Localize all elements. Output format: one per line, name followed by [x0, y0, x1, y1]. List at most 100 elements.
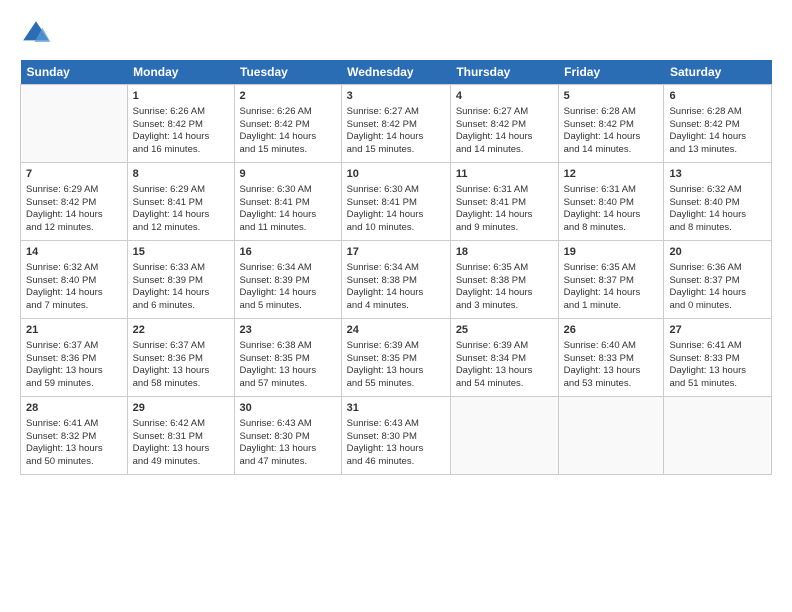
weekday-header: Monday	[127, 60, 234, 85]
day-number: 3	[347, 89, 445, 104]
day-number: 15	[133, 245, 229, 260]
day-info: Sunrise: 6:40 AM Sunset: 8:33 PM Dayligh…	[564, 340, 659, 391]
calendar-cell: 17 Sunrise: 6:34 AM Sunset: 8:38 PM Dayli…	[341, 241, 450, 319]
day-number: 6	[669, 89, 766, 104]
day-number: 28	[26, 401, 122, 416]
calendar-cell: 11 Sunrise: 6:31 AM Sunset: 8:41 PM Dayli…	[450, 163, 558, 241]
day-info: Sunrise: 6:29 AM Sunset: 8:42 PM Dayligh…	[26, 184, 122, 235]
calendar-cell: 5 Sunrise: 6:28 AM Sunset: 8:42 PM Daylig…	[558, 85, 664, 163]
day-number: 4	[456, 89, 553, 104]
calendar-week: 14Sunrise: 6:32 AM Sunset: 8:40 PM Dayli…	[21, 241, 772, 319]
calendar-cell: 12 Sunrise: 6:31 AM Sunset: 8:40 PM Dayli…	[558, 163, 664, 241]
calendar-cell: 24 Sunrise: 6:39 AM Sunset: 8:35 PM Dayli…	[341, 319, 450, 397]
day-info: Sunrise: 6:39 AM Sunset: 8:34 PM Dayligh…	[456, 340, 553, 391]
calendar-table: SundayMondayTuesdayWednesdayThursdayFrid…	[20, 60, 772, 475]
weekday-header: Tuesday	[234, 60, 341, 85]
page: SundayMondayTuesdayWednesdayThursdayFrid…	[0, 0, 792, 485]
day-number: 8	[133, 167, 229, 182]
day-info: Sunrise: 6:27 AM Sunset: 8:42 PM Dayligh…	[456, 106, 553, 157]
day-info: Sunrise: 6:43 AM Sunset: 8:30 PM Dayligh…	[347, 418, 445, 469]
day-number: 27	[669, 323, 766, 338]
weekday-header: Wednesday	[341, 60, 450, 85]
day-number: 12	[564, 167, 659, 182]
calendar-cell: 15Sunrise: 6:33 AM Sunset: 8:39 PM Dayli…	[127, 241, 234, 319]
day-number: 2	[240, 89, 336, 104]
day-number: 30	[240, 401, 336, 416]
day-info: Sunrise: 6:39 AM Sunset: 8:35 PM Dayligh…	[347, 340, 445, 391]
calendar-week: 21 Sunrise: 6:37 AM Sunset: 8:36 PM Dayli…	[21, 319, 772, 397]
day-number: 18	[456, 245, 553, 260]
day-number: 25	[456, 323, 553, 338]
calendar-cell: 31Sunrise: 6:43 AM Sunset: 8:30 PM Dayli…	[341, 397, 450, 475]
calendar-cell: 1Sunrise: 6:26 AM Sunset: 8:42 PM Daylig…	[127, 85, 234, 163]
day-info: Sunrise: 6:27 AM Sunset: 8:42 PM Dayligh…	[347, 106, 445, 157]
day-info: Sunrise: 6:34 AM Sunset: 8:38 PM Dayligh…	[347, 262, 445, 313]
calendar-cell: 21 Sunrise: 6:37 AM Sunset: 8:36 PM Dayli…	[21, 319, 128, 397]
weekday-header: Saturday	[664, 60, 772, 85]
calendar-cell: 19Sunrise: 6:35 AM Sunset: 8:37 PM Dayli…	[558, 241, 664, 319]
day-info: Sunrise: 6:29 AM Sunset: 8:41 PM Dayligh…	[133, 184, 229, 235]
day-number: 13	[669, 167, 766, 182]
weekday-header: Thursday	[450, 60, 558, 85]
calendar-cell: 25 Sunrise: 6:39 AM Sunset: 8:34 PM Dayli…	[450, 319, 558, 397]
calendar-cell: 4 Sunrise: 6:27 AM Sunset: 8:42 PM Daylig…	[450, 85, 558, 163]
weekday-header: Sunday	[21, 60, 128, 85]
day-info: Sunrise: 6:41 AM Sunset: 8:33 PM Dayligh…	[669, 340, 766, 391]
header	[20, 18, 772, 50]
calendar-cell: 2Sunrise: 6:26 AM Sunset: 8:42 PM Daylig…	[234, 85, 341, 163]
day-number: 7	[26, 167, 122, 182]
day-info: Sunrise: 6:35 AM Sunset: 8:37 PM Dayligh…	[564, 262, 659, 313]
day-number: 5	[564, 89, 659, 104]
day-info: Sunrise: 6:37 AM Sunset: 8:36 PM Dayligh…	[26, 340, 122, 391]
day-number: 9	[240, 167, 336, 182]
day-number: 24	[347, 323, 445, 338]
calendar-cell	[558, 397, 664, 475]
calendar-header: SundayMondayTuesdayWednesdayThursdayFrid…	[21, 60, 772, 85]
weekday-header: Friday	[558, 60, 664, 85]
calendar-cell: 23Sunrise: 6:38 AM Sunset: 8:35 PM Dayli…	[234, 319, 341, 397]
day-info: Sunrise: 6:32 AM Sunset: 8:40 PM Dayligh…	[26, 262, 122, 313]
logo-icon	[20, 18, 52, 50]
day-number: 20	[669, 245, 766, 260]
day-number: 10	[347, 167, 445, 182]
calendar-cell: 10Sunrise: 6:30 AM Sunset: 8:41 PM Dayli…	[341, 163, 450, 241]
calendar-cell: 18 Sunrise: 6:35 AM Sunset: 8:38 PM Dayli…	[450, 241, 558, 319]
day-info: Sunrise: 6:37 AM Sunset: 8:36 PM Dayligh…	[133, 340, 229, 391]
day-number: 26	[564, 323, 659, 338]
calendar-cell: 8 Sunrise: 6:29 AM Sunset: 8:41 PM Daylig…	[127, 163, 234, 241]
day-info: Sunrise: 6:26 AM Sunset: 8:42 PM Dayligh…	[133, 106, 229, 157]
day-number: 29	[133, 401, 229, 416]
calendar-cell: 28 Sunrise: 6:41 AM Sunset: 8:32 PM Dayli…	[21, 397, 128, 475]
calendar-week: 1Sunrise: 6:26 AM Sunset: 8:42 PM Daylig…	[21, 85, 772, 163]
calendar-cell: 7 Sunrise: 6:29 AM Sunset: 8:42 PM Daylig…	[21, 163, 128, 241]
day-info: Sunrise: 6:43 AM Sunset: 8:30 PM Dayligh…	[240, 418, 336, 469]
day-info: Sunrise: 6:36 AM Sunset: 8:37 PM Dayligh…	[669, 262, 766, 313]
day-number: 21	[26, 323, 122, 338]
calendar-cell: 13 Sunrise: 6:32 AM Sunset: 8:40 PM Dayli…	[664, 163, 772, 241]
day-info: Sunrise: 6:31 AM Sunset: 8:40 PM Dayligh…	[564, 184, 659, 235]
day-number: 11	[456, 167, 553, 182]
day-info: Sunrise: 6:28 AM Sunset: 8:42 PM Dayligh…	[564, 106, 659, 157]
calendar-cell: 16 Sunrise: 6:34 AM Sunset: 8:39 PM Dayli…	[234, 241, 341, 319]
calendar-cell	[450, 397, 558, 475]
calendar-cell: 27 Sunrise: 6:41 AM Sunset: 8:33 PM Dayli…	[664, 319, 772, 397]
day-info: Sunrise: 6:41 AM Sunset: 8:32 PM Dayligh…	[26, 418, 122, 469]
day-info: Sunrise: 6:35 AM Sunset: 8:38 PM Dayligh…	[456, 262, 553, 313]
calendar-cell: 29Sunrise: 6:42 AM Sunset: 8:31 PM Dayli…	[127, 397, 234, 475]
calendar-week: 7 Sunrise: 6:29 AM Sunset: 8:42 PM Daylig…	[21, 163, 772, 241]
calendar-cell: 22Sunrise: 6:37 AM Sunset: 8:36 PM Dayli…	[127, 319, 234, 397]
day-number: 16	[240, 245, 336, 260]
day-info: Sunrise: 6:32 AM Sunset: 8:40 PM Dayligh…	[669, 184, 766, 235]
day-info: Sunrise: 6:31 AM Sunset: 8:41 PM Dayligh…	[456, 184, 553, 235]
calendar-week: 28 Sunrise: 6:41 AM Sunset: 8:32 PM Dayli…	[21, 397, 772, 475]
calendar-cell: 26 Sunrise: 6:40 AM Sunset: 8:33 PM Dayli…	[558, 319, 664, 397]
day-info: Sunrise: 6:34 AM Sunset: 8:39 PM Dayligh…	[240, 262, 336, 313]
day-info: Sunrise: 6:30 AM Sunset: 8:41 PM Dayligh…	[240, 184, 336, 235]
day-number: 17	[347, 245, 445, 260]
day-info: Sunrise: 6:28 AM Sunset: 8:42 PM Dayligh…	[669, 106, 766, 157]
calendar-cell: 6 Sunrise: 6:28 AM Sunset: 8:42 PM Daylig…	[664, 85, 772, 163]
calendar-cell: 20 Sunrise: 6:36 AM Sunset: 8:37 PM Dayli…	[664, 241, 772, 319]
calendar-cell: 30 Sunrise: 6:43 AM Sunset: 8:30 PM Dayli…	[234, 397, 341, 475]
calendar-cell	[21, 85, 128, 163]
day-info: Sunrise: 6:38 AM Sunset: 8:35 PM Dayligh…	[240, 340, 336, 391]
